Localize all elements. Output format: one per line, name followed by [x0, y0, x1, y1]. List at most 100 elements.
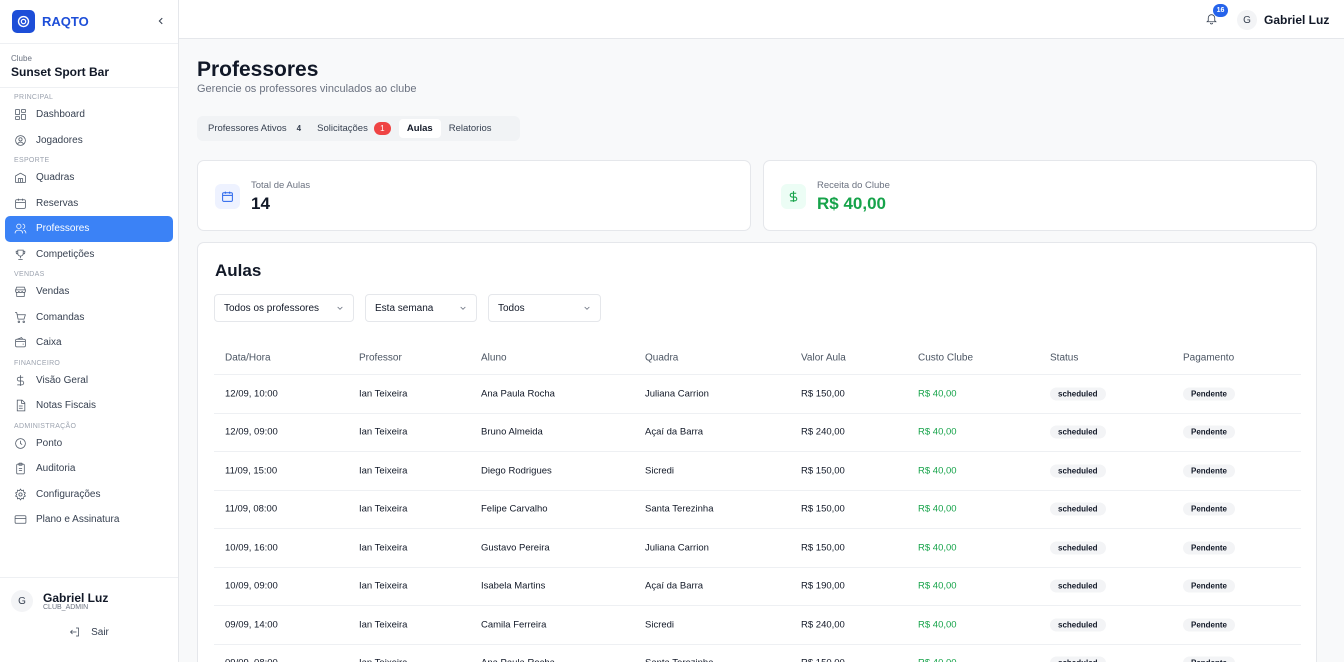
stat-value: R$ 40,00 — [817, 194, 886, 213]
sidebar-item-label: Jogadores — [36, 134, 83, 146]
status-badge: scheduled — [1050, 541, 1106, 555]
column-header: Data/Hora — [225, 352, 271, 363]
table-row[interactable]: 12/09, 09:00 Ian Teixeira Bruno Almeida Aça… — [214, 414, 1301, 452]
logout-label: Sair — [91, 626, 109, 638]
cell-aluno: Bruno Almeida — [481, 426, 543, 438]
sidebar-item-notas-fiscais[interactable]: Notas Fiscais — [5, 393, 173, 419]
cell-valor-aula: R$ 240,00 — [801, 426, 845, 438]
tab-aulas[interactable]: Aulas — [398, 119, 441, 138]
table-row[interactable]: 10/09, 16:00 Ian Teixeira Gustavo Pereira J… — [214, 529, 1301, 568]
user-name: Gabriel Luz — [1264, 13, 1330, 27]
filter-status-select[interactable]: Todos — [488, 294, 601, 322]
clipboard-icon — [16, 462, 25, 475]
cell-professor: Ian Teixeira — [359, 542, 408, 554]
cell-quadra: Santa Terezinha — [645, 503, 714, 515]
collapse-sidebar-button[interactable] — [156, 15, 166, 29]
page-title: Professores — [197, 58, 319, 81]
status-badge: scheduled — [1050, 387, 1106, 401]
cell-quadra: Santa Terezinha — [645, 658, 714, 662]
tab-solicitacoes[interactable]: Solicitações 1 — [309, 119, 399, 138]
sidebar-item-label: Auditoria — [36, 463, 76, 475]
sidebar-item-label: Vendas — [36, 286, 70, 298]
chevron-left-icon — [158, 17, 163, 24]
stat-card-receita: Receita do Clube R$ 40,00 — [763, 160, 1317, 231]
sidebar-item-dashboard[interactable]: Dashboard — [5, 102, 173, 128]
tab-badge: 1 — [373, 122, 391, 135]
select-value: Esta semana — [375, 302, 434, 314]
select-value: Todos os professores — [224, 302, 320, 314]
logout-button[interactable]: Sair — [11, 626, 167, 638]
sidebar-item-label: Competições — [36, 248, 95, 260]
dollar-icon — [16, 374, 25, 386]
payment-badge: Pendente — [1183, 541, 1236, 555]
sidebar-item-professores[interactable]: Professores — [5, 216, 173, 242]
chevron-down-icon — [337, 306, 343, 310]
section-title: Aulas — [215, 261, 262, 280]
cell-professor: Ian Teixeira — [359, 388, 408, 400]
tab-count: 4 — [296, 124, 302, 133]
sidebar-item-reservas[interactable]: Reservas — [5, 191, 173, 217]
sidebar-item-auditoria[interactable]: Auditoria — [5, 456, 173, 482]
user-menu[interactable]: G Gabriel Luz — [1237, 10, 1329, 30]
sidebar-item-ponto[interactable]: Ponto — [5, 431, 173, 457]
cell-professor: Ian Teixeira — [359, 426, 408, 438]
tab-label: Solicitações — [317, 123, 368, 134]
sidebar-item-plano[interactable]: Plano e Assinatura — [5, 507, 173, 533]
sidebar-item-label: Dashboard — [36, 109, 85, 121]
stat-label: Receita do Clube — [817, 180, 890, 191]
cell-quadra: Juliana Carrion — [645, 542, 709, 554]
sidebar-item-jogadores[interactable]: Jogadores — [5, 128, 173, 154]
payment-badge: Pendente — [1183, 618, 1236, 632]
cell-custo-clube: R$ 40,00 — [918, 580, 957, 592]
table-row[interactable]: 12/09, 10:00 Ian Teixeira Ana Paula Rocha J… — [214, 375, 1301, 414]
cell-datetime: 12/09, 09:00 — [225, 426, 278, 438]
stat-label: Total de Aulas — [251, 180, 311, 191]
cell-valor-aula: R$ 240,00 — [801, 619, 845, 631]
filter-professor-select[interactable]: Todos os professores — [214, 294, 354, 322]
sidebar-item-competicoes[interactable]: Competições — [5, 242, 173, 268]
logo — [12, 10, 35, 33]
aulas-card: Aulas Todos os professores Esta semana T… — [197, 242, 1317, 662]
sidebar-item-quadras[interactable]: Quadras — [5, 165, 173, 191]
cell-custo-clube: R$ 40,00 — [918, 503, 957, 515]
sidebar-item-label: Reservas — [36, 197, 79, 209]
sidebar-item-vendas[interactable]: Vendas — [5, 279, 173, 305]
topbar: 16 G Gabriel Luz — [179, 0, 1344, 39]
sidebar-item-comandas[interactable]: Comandas — [5, 305, 173, 331]
calendar-icon — [15, 198, 26, 209]
building-icon — [15, 172, 26, 184]
wallet-icon — [15, 337, 26, 348]
cell-custo-clube: R$ 40,00 — [918, 426, 957, 438]
filter-periodo-select[interactable]: Esta semana — [365, 294, 477, 322]
cell-aluno: Gustavo Pereira — [481, 542, 550, 554]
payment-badge: Pendente — [1183, 579, 1236, 593]
table-row[interactable]: 09/09, 14:00 Ian Teixeira Camila Ferreira S… — [214, 606, 1301, 645]
sidebar-item-caixa[interactable]: Caixa — [5, 330, 173, 356]
sidebar-item-configuracoes[interactable]: Configurações — [5, 482, 173, 508]
gear-icon — [15, 488, 26, 501]
document-icon — [16, 399, 26, 412]
sidebar-item-label: Configurações — [36, 488, 101, 500]
sidebar-item-label: Quadras — [36, 172, 75, 184]
cell-custo-clube: R$ 40,00 — [918, 388, 957, 400]
tab-professores-ativos[interactable]: Professores Ativos 4 — [200, 119, 309, 138]
table-row[interactable]: 11/09, 15:00 Ian Teixeira Diego Rodrigues S… — [214, 452, 1301, 491]
sidebar-item-label: Professores — [36, 223, 90, 235]
sidebar-item-label: Caixa — [36, 337, 62, 349]
chevron-down-icon — [460, 306, 466, 310]
status-badge: scheduled — [1050, 464, 1106, 478]
cell-professor: Ian Teixeira — [359, 580, 408, 592]
table-row[interactable]: 09/09, 08:00 Ian Teixeira Ana Paula Rocha S… — [214, 645, 1301, 662]
table-row[interactable]: 11/09, 08:00 Ian Teixeira Felipe Carvalho S… — [214, 491, 1301, 529]
tab-label: Aulas — [406, 123, 433, 134]
cell-aluno: Felipe Carvalho — [481, 503, 548, 515]
cell-valor-aula: R$ 150,00 — [801, 388, 845, 400]
cell-datetime: 11/09, 15:00 — [225, 465, 278, 477]
cell-aluno: Camila Ferreira — [481, 619, 547, 631]
table-row[interactable]: 10/09, 09:00 Ian Teixeira Isabela Martins A… — [214, 568, 1301, 606]
chevron-down-icon — [584, 306, 590, 310]
sidebar-item-visao-geral[interactable]: Visão Geral — [5, 368, 173, 394]
tab-relatorios[interactable]: Relatorios — [441, 119, 500, 138]
cell-valor-aula: R$ 190,00 — [801, 580, 845, 592]
sidebar-item-label: Plano e Assinatura — [36, 514, 120, 526]
